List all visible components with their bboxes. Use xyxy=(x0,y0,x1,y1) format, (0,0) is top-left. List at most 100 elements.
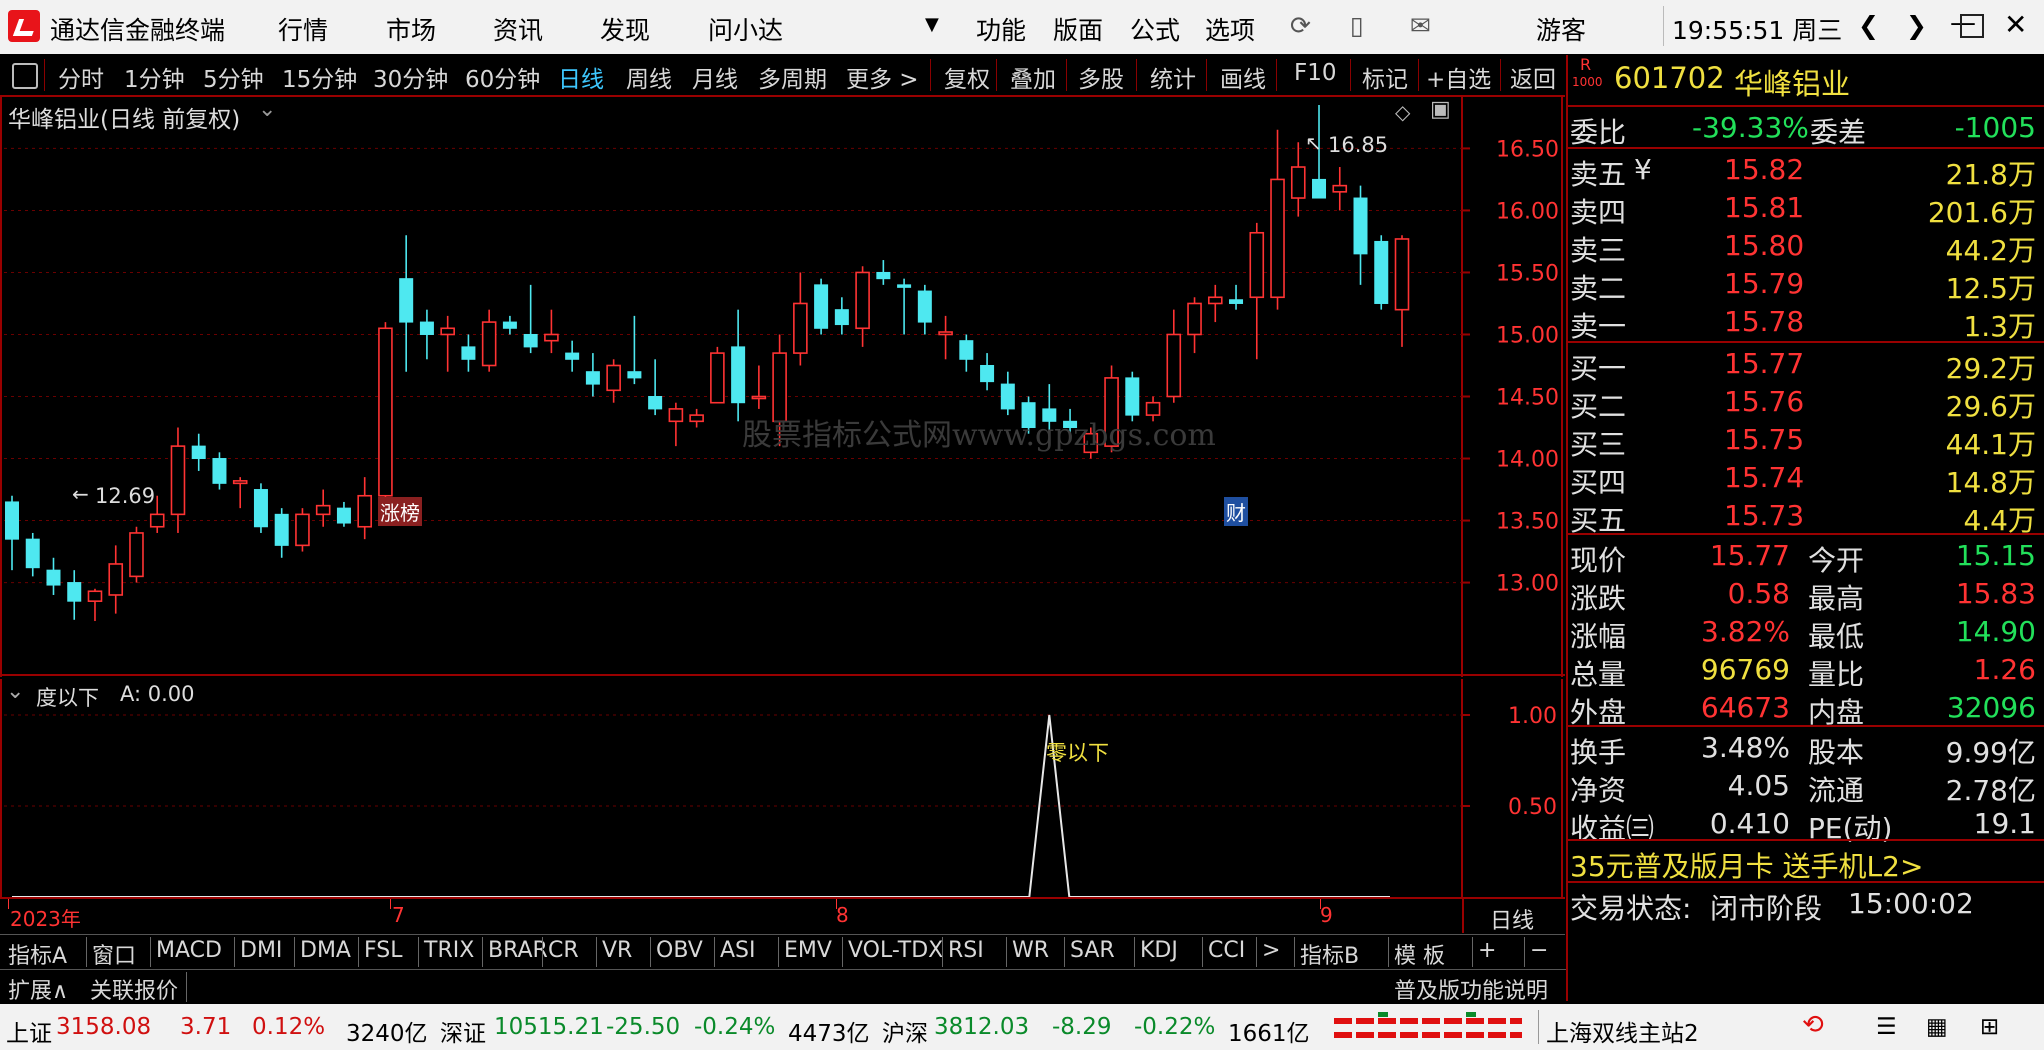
phone-icon[interactable]: ▯ xyxy=(1350,11,1364,40)
indicator-tab[interactable]: − xyxy=(1530,938,1548,963)
zhangbang-marker[interactable]: 涨榜 xyxy=(378,497,422,526)
indicator-tab[interactable]: 指标B xyxy=(1300,938,1359,970)
action-fuquan[interactable]: 复权 xyxy=(944,60,990,94)
indicator-tab[interactable]: DMA xyxy=(300,938,351,963)
indicator-tab[interactable]: ASI xyxy=(720,938,756,963)
indicator-tab[interactable]: RSI xyxy=(948,938,984,963)
bid-label: 买四 xyxy=(1570,466,1627,499)
indicator-tab[interactable]: CCI xyxy=(1208,938,1245,963)
date-axis-right-separator xyxy=(1462,897,1464,933)
indicator-dropdown-icon[interactable]: ⌄ xyxy=(6,679,24,704)
indicator-tab[interactable]: SAR xyxy=(1070,938,1115,963)
menu-faxian[interactable]: 发现 xyxy=(600,11,650,47)
action-huaxian[interactable]: 画线 xyxy=(1220,60,1266,94)
indicator-tab[interactable]: EMV xyxy=(784,938,832,963)
indicator-tab[interactable]: CR xyxy=(548,938,579,963)
indicator-tab[interactable]: VR xyxy=(602,938,632,963)
indicator-tab[interactable]: VOL-TDX xyxy=(848,938,943,963)
guest-login[interactable]: 游客 xyxy=(1536,11,1586,47)
indicator-tab[interactable]: 指标A xyxy=(8,938,67,970)
candle-body xyxy=(253,489,268,528)
indicator-tab[interactable]: FSL xyxy=(364,938,403,963)
indicator-chart[interactable]: 1.00 0.50 xyxy=(0,679,1565,897)
bid-price: 15.76 xyxy=(1724,385,1805,418)
panel-toggle-icon[interactable]: ▣ xyxy=(1430,97,1451,122)
period-daily[interactable]: 日线 xyxy=(558,60,604,94)
indicator-tab[interactable]: WR xyxy=(1012,938,1049,963)
period-fenshi[interactable]: 分时 xyxy=(58,60,104,94)
indicator-chart-area[interactable]: 1.00 0.50 ⌄ 度以下 A: 0.00 零以下 2023年 7 8 9 日… xyxy=(0,679,1565,934)
yen-icon: ¥ xyxy=(1634,153,1652,186)
back-arrow-icon[interactable]: ❮ xyxy=(1858,11,1879,40)
mail-icon[interactable]: ✉ xyxy=(1410,11,1431,40)
sh-label[interactable]: 上证 xyxy=(6,1014,52,1048)
action-back[interactable]: 返回 xyxy=(1510,60,1556,94)
action-add-watchlist[interactable]: +自选 xyxy=(1426,60,1491,94)
action-duogu[interactable]: 多股 xyxy=(1078,60,1124,94)
sz-label[interactable]: 深证 xyxy=(440,1014,486,1048)
bid-row: 买四 15.74 14.8万 xyxy=(1566,459,2044,499)
sidebar-toggle-icon[interactable] xyxy=(12,63,38,89)
period-multi[interactable]: 多周期 xyxy=(758,60,827,94)
period-more[interactable]: 更多 > xyxy=(846,60,919,94)
period-1min[interactable]: 1分钟 xyxy=(124,60,185,94)
diamond-icon[interactable]: ◇ xyxy=(1395,100,1410,124)
action-biaoji[interactable]: 标记 xyxy=(1362,60,1408,94)
kline-chart-area[interactable]: 16.50 16.00 15.50 15.00 14.50 14.00 13.50 13.00… xyxy=(0,97,1565,677)
y-tick-label: 15.00 xyxy=(1496,323,1559,348)
period-60min[interactable]: 60分钟 xyxy=(465,60,540,94)
menu-xuanxiang[interactable]: 选项 xyxy=(1205,11,1255,47)
hs-label[interactable]: 沪深 xyxy=(882,1014,928,1048)
caiwu-marker[interactable]: 财 xyxy=(1224,497,1248,526)
indicator-tab[interactable]: MACD xyxy=(156,938,222,963)
menu-wenxiaoda[interactable]: 问小达 xyxy=(708,11,783,47)
ask-label: 卖四 xyxy=(1570,196,1627,229)
indicator-tab[interactable]: 模 板 xyxy=(1394,938,1445,970)
indicator-tab[interactable]: OBV xyxy=(656,938,703,963)
server-name[interactable]: 上海双线主站2 xyxy=(1546,1014,1699,1048)
chart-dropdown-icon[interactable]: ⌄ xyxy=(258,97,276,122)
ask-label: 卖二 xyxy=(1570,272,1627,305)
related-quotes-button[interactable]: 关联报价 xyxy=(90,973,178,1005)
candle-body xyxy=(419,321,434,335)
close-icon[interactable]: ✕ xyxy=(2004,8,2027,41)
list-icon[interactable]: ☰ xyxy=(1876,1014,1897,1040)
menu-zixun[interactable]: 资讯 xyxy=(493,11,543,47)
indicator-tab[interactable]: > xyxy=(1262,938,1280,963)
market-breadth-icon[interactable] xyxy=(1330,1010,1530,1044)
indicator-tab[interactable]: 窗口 xyxy=(92,938,136,970)
menu-shichang[interactable]: 市场 xyxy=(386,11,436,47)
menu-gongshi[interactable]: 公式 xyxy=(1130,11,1180,47)
candle-body xyxy=(689,414,704,423)
candle-body xyxy=(627,371,642,379)
period-5min[interactable]: 5分钟 xyxy=(203,60,264,94)
kline-chart[interactable]: 16.50 16.00 15.50 15.00 14.50 14.00 13.50 13.00 xyxy=(0,97,1565,677)
indicator-tab[interactable]: TRIX xyxy=(424,938,474,963)
expand-button[interactable]: 扩展∧ xyxy=(8,973,68,1005)
indicator-tab[interactable]: KDJ xyxy=(1140,938,1178,963)
forward-arrow-icon[interactable]: ❯ xyxy=(1906,11,1927,40)
connection-icon[interactable]: ⟲ xyxy=(1802,1010,1824,1040)
period-15min[interactable]: 15分钟 xyxy=(282,60,357,94)
basic-edition-help[interactable]: 普及版功能说明 xyxy=(1394,973,1548,1005)
action-diejia[interactable]: 叠加 xyxy=(1010,60,1056,94)
maximize-icon[interactable] xyxy=(1960,14,1984,38)
indicator-tab[interactable]: + xyxy=(1478,938,1496,963)
ask-volume: 12.5万 xyxy=(1945,272,2036,305)
action-tongji[interactable]: 统计 xyxy=(1150,60,1196,94)
refresh-icon[interactable]: ⟳ xyxy=(1290,11,1311,40)
period-30min[interactable]: 30分钟 xyxy=(373,60,448,94)
indicator-tab[interactable]: DMI xyxy=(240,938,282,963)
promo-banner[interactable]: 35元普及版月卡 送手机L2> xyxy=(1566,843,2044,883)
indicator-tab[interactable]: BRAR xyxy=(488,938,548,963)
weibi-value: -39.33% xyxy=(1692,111,1809,144)
menu-hangqing[interactable]: 行情 xyxy=(278,11,328,47)
period-monthly[interactable]: 月线 xyxy=(692,60,738,94)
menu-gongneng[interactable]: 功能 xyxy=(976,11,1026,47)
chart-icon[interactable]: ⊞ xyxy=(1980,1014,1999,1040)
menu-banmian[interactable]: 版面 xyxy=(1053,11,1103,47)
action-f10[interactable]: F10 xyxy=(1294,60,1337,86)
calculator-icon[interactable]: ▦ xyxy=(1926,1014,1948,1040)
period-weekly[interactable]: 周线 xyxy=(626,60,672,94)
menu-dropdown-icon[interactable]: ▼ xyxy=(925,14,939,35)
